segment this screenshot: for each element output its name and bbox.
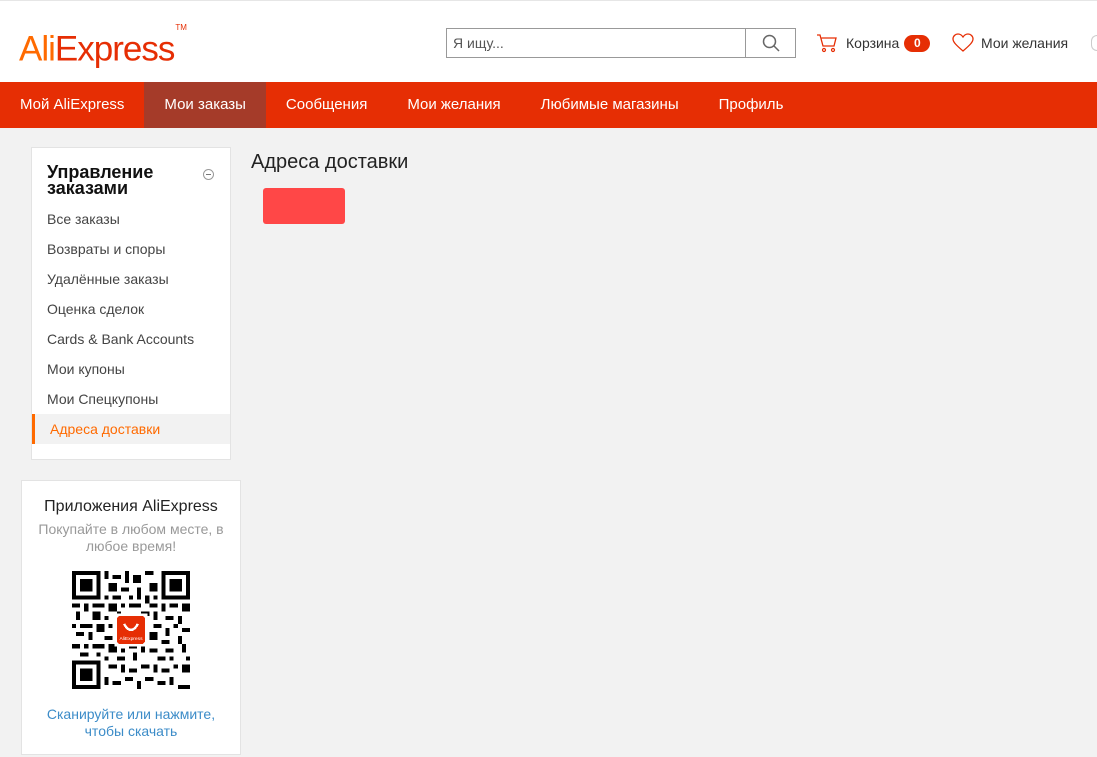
sidebar-list: Все заказы Возвраты и споры Удалённые за… (32, 204, 230, 444)
nav-profile[interactable]: Профиль (699, 82, 804, 128)
logo-text-ali: Ali (19, 29, 56, 69)
sidebar-item-returns-disputes[interactable]: Возвраты и споры (32, 234, 230, 264)
nav-favorite-stores[interactable]: Любимые магазины (521, 82, 699, 128)
aliexpress-logo[interactable]: AliExpressTM (19, 23, 187, 69)
search-button[interactable] (745, 29, 795, 57)
nav-my-aliexpress[interactable]: Мой AliExpress (0, 82, 144, 128)
qr-code-icon[interactable]: AliExpress (72, 571, 190, 689)
wishlist-link[interactable]: Мои желания (952, 32, 1068, 54)
logo-text-express: Express (54, 29, 175, 69)
heart-icon (952, 33, 974, 52)
app-promo-subtitle: Покупайте в любом месте, в любое время! (38, 521, 224, 554)
sidebar-item-all-orders[interactable]: Все заказы (32, 204, 230, 234)
cart-link[interactable]: Корзина 0 (816, 32, 931, 54)
search-bar (446, 28, 796, 58)
top-header: AliExpressTM Корзина 0 Мои желания (0, 0, 1097, 82)
page-title: Адреса доставки (251, 151, 409, 173)
cart-count-badge: 0 (904, 34, 931, 52)
sidebar-item-special-coupons[interactable]: Мои Спецкупоны (32, 384, 230, 414)
add-address-button[interactable] (263, 188, 345, 224)
search-input[interactable] (447, 29, 745, 57)
sidebar-item-cards-bank-accounts[interactable]: Cards & Bank Accounts (32, 324, 230, 354)
main-nav: Мой AliExpress Мои заказы Сообщения Мои … (0, 82, 1097, 128)
order-management-sidebar: Управление заказами Все заказы Возвраты … (31, 147, 231, 460)
collapse-icon[interactable] (203, 169, 214, 180)
sidebar-title: Управление заказами (47, 162, 154, 198)
logo-trademark: TM (175, 23, 187, 32)
app-download-box: Приложения AliExpress Покупайте в любом … (21, 480, 241, 755)
app-logo-text: AliExpress (119, 636, 143, 642)
cart-icon (817, 34, 837, 53)
search-icon (762, 34, 780, 52)
cutoff-edge-icon (1091, 35, 1097, 51)
nav-my-orders[interactable]: Мои заказы (144, 82, 266, 128)
download-app-link[interactable]: Сканируйте или нажмите, чтобы скачать (32, 706, 230, 740)
sidebar-item-deleted-orders[interactable]: Удалённые заказы (32, 264, 230, 294)
app-promo-title: Приложения AliExpress (44, 498, 218, 515)
wishlist-label: Мои желания (981, 35, 1069, 51)
sidebar-item-coupons[interactable]: Мои купоны (32, 354, 230, 384)
sidebar-item-feedback[interactable]: Оценка сделок (32, 294, 230, 324)
sidebar-item-shipping-addresses[interactable]: Адреса доставки (32, 414, 230, 444)
cart-label: Корзина (846, 35, 900, 51)
nav-messages[interactable]: Сообщения (266, 82, 387, 128)
nav-wishlist[interactable]: Мои желания (387, 82, 520, 128)
